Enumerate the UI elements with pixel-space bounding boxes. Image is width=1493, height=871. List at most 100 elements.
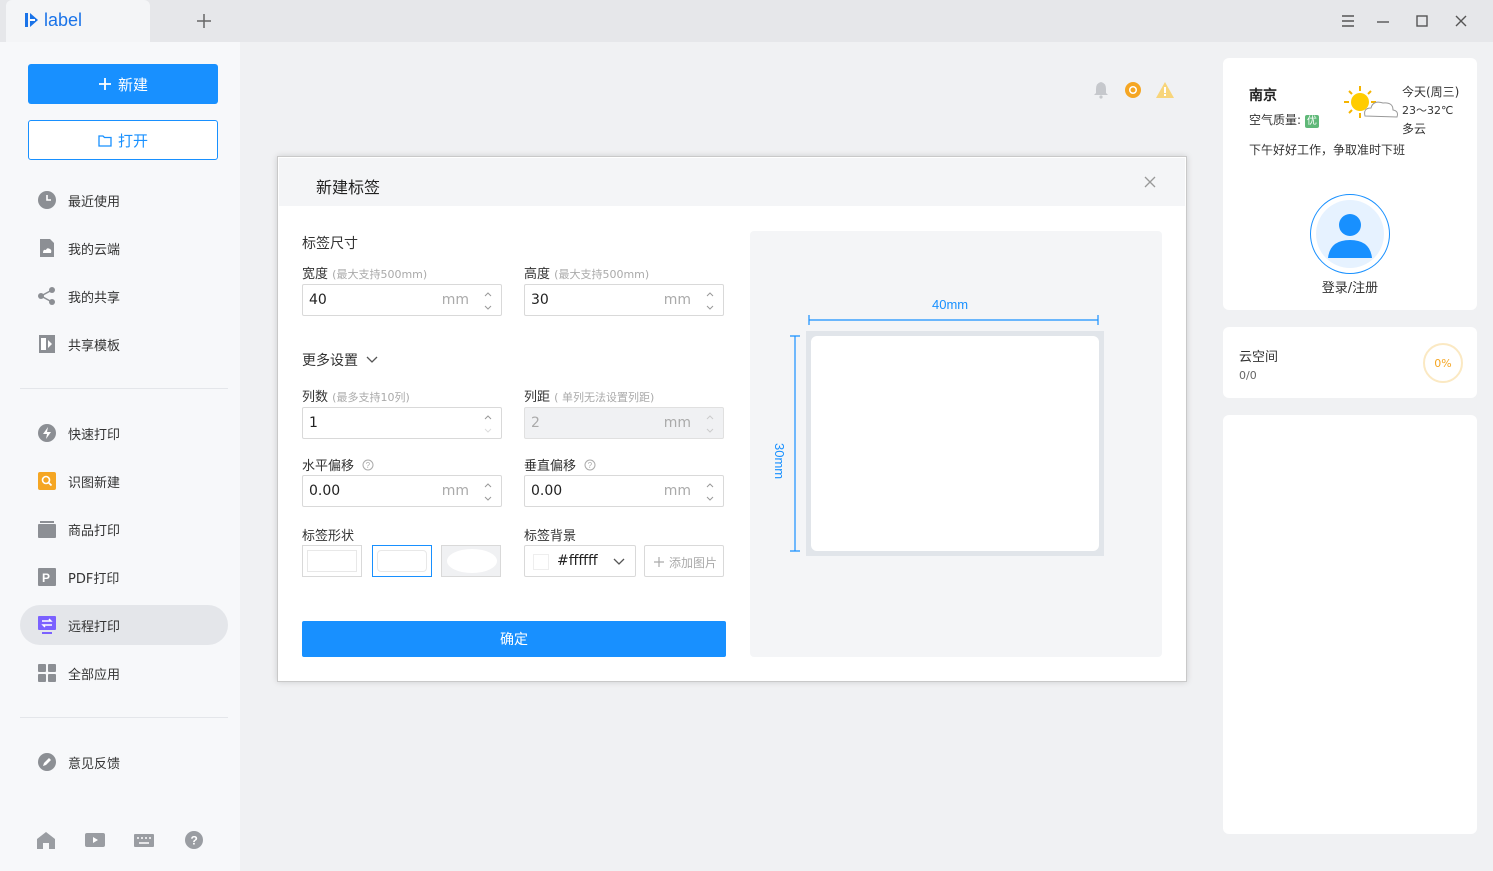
warning-icon[interactable] (1155, 80, 1175, 100)
stepper-icon[interactable] (705, 480, 715, 504)
shape-rectangle-option[interactable] (302, 545, 362, 577)
height-label: 高度 (最大支持500mm) (524, 263, 649, 282)
column-gap-value: 2 (531, 415, 540, 431)
sidebar-item-pdf-print[interactable]: P PDF打印 (20, 557, 228, 597)
background-label: 标签背景 (524, 529, 577, 544)
sidebar-item-recent[interactable]: 最近使用 (20, 180, 228, 220)
preview-width-label: 40mm (932, 297, 969, 312)
width-dimension-line (808, 315, 1099, 325)
columns-input[interactable]: 1 (302, 407, 502, 439)
h-offset-unit: mm (441, 483, 469, 499)
sidebar-item-image-recognize[interactable]: 识图新建 (20, 461, 228, 501)
bell-icon[interactable] (1091, 80, 1111, 100)
stepper-icon[interactable] (483, 289, 493, 313)
help-icon[interactable]: ? (183, 830, 205, 850)
stepper-icon[interactable] (483, 412, 493, 436)
service-icon[interactable] (1123, 80, 1143, 100)
new-button[interactable]: 新建 (28, 64, 218, 104)
keyboard-icon[interactable] (133, 830, 155, 850)
weather-condition: 多云 (1402, 122, 1427, 136)
cloud-file-icon (37, 238, 57, 258)
folder-icon (98, 134, 112, 147)
add-image-button[interactable]: 添加图片 (644, 545, 724, 577)
remote-print-icon (37, 615, 57, 635)
sidebar-item-product-print[interactable]: 商品打印 (20, 509, 228, 549)
background-color-select[interactable]: #ffffff (524, 545, 636, 577)
pdf-icon: P (37, 567, 57, 587)
logo-icon (25, 13, 38, 27)
height-unit: mm (663, 292, 691, 308)
login-register-link[interactable]: 登录/注册 (1223, 277, 1477, 296)
help-circle-icon[interactable]: ? (362, 459, 374, 471)
avatar[interactable] (1310, 194, 1390, 274)
v-offset-label: 垂直偏移 ? (524, 455, 596, 474)
menu-icon[interactable] (1339, 12, 1357, 30)
new-button-label: 新建 (117, 75, 148, 94)
h-offset-input[interactable]: 0.00 mm (302, 475, 502, 507)
feedback-icon (37, 752, 57, 772)
label-preview: 40mm 30mm (750, 231, 1162, 657)
stepper-icon[interactable] (483, 480, 493, 504)
maximize-icon[interactable] (1413, 12, 1431, 30)
sidebar-item-remote-print[interactable]: 远程打印 (20, 605, 228, 645)
width-label-text: 宽度 (302, 267, 329, 282)
open-button[interactable]: 打开 (28, 120, 218, 160)
size-section-title: 标签尺寸 (302, 236, 358, 252)
weather-day: 今天(周三) (1402, 85, 1460, 99)
app-tab[interactable]: label (6, 0, 150, 42)
dialog-header: 新建标签 (279, 158, 1185, 206)
columns-hint: (最多支持10列) (332, 391, 410, 404)
sidebar-item-my-share[interactable]: 我的共享 (20, 276, 228, 316)
air-quality: 空气质量: 优 (1249, 111, 1319, 128)
shape-rounded-preview (377, 550, 427, 572)
background-color-value: #ffffff (557, 553, 598, 569)
minimize-icon[interactable] (1374, 12, 1392, 30)
shape-rectangle-preview (307, 550, 357, 572)
title-bar: label (0, 0, 1493, 42)
dialog-title: 新建标签 (316, 178, 381, 197)
chevron-down-icon (613, 558, 625, 565)
empty-panel (1223, 415, 1477, 834)
chevron-down-icon (366, 356, 378, 363)
width-label: 宽度 (最大支持500mm) (302, 263, 427, 282)
stepper-icon[interactable] (705, 289, 715, 313)
height-input[interactable]: 30 mm (524, 284, 724, 316)
svg-text:P: P (42, 571, 50, 585)
svg-text:?: ? (191, 834, 198, 848)
height-dimension-line (790, 335, 800, 552)
width-input[interactable]: 40 mm (302, 284, 502, 316)
v-offset-input[interactable]: 0.00 mm (524, 475, 724, 507)
columns-value: 1 (309, 415, 318, 431)
close-icon[interactable] (1452, 12, 1470, 30)
air-quality-label: 空气质量: (1249, 113, 1302, 127)
sidebar-item-shared-templates[interactable]: 共享模板 (20, 324, 228, 364)
shape-ellipse-option[interactable] (441, 545, 501, 577)
home-icon[interactable] (35, 830, 57, 850)
sidebar-item-label: 全部应用 (68, 667, 121, 683)
partly-cloudy-icon (1344, 86, 1398, 118)
video-icon[interactable] (84, 830, 106, 850)
cloud-space-card[interactable]: 云空间 0/0 0% (1223, 327, 1477, 398)
more-settings-toggle[interactable]: 更多设置 (302, 350, 378, 370)
shape-rounded-option[interactable] (372, 545, 432, 577)
sidebar-item-my-cloud[interactable]: 我的云端 (20, 228, 228, 268)
image-search-icon (37, 471, 57, 491)
plus-icon[interactable] (194, 11, 214, 31)
confirm-button[interactable]: 确定 (302, 621, 726, 657)
sidebar-item-feedback[interactable]: 意见反馈 (20, 742, 228, 782)
sidebar-item-quick-print[interactable]: 快速打印 (20, 413, 228, 453)
close-icon[interactable] (1143, 175, 1157, 189)
cloud-usage-percent: 0% (1434, 356, 1452, 370)
apps-grid-icon (37, 663, 57, 683)
weather-temp: 23～32℃ (1402, 104, 1454, 117)
app-logo: label (24, 10, 82, 30)
sidebar-item-label: 意见反馈 (68, 756, 121, 772)
help-circle-icon[interactable]: ? (584, 459, 596, 471)
user-icon (1316, 200, 1384, 268)
sidebar-item-label: PDF打印 (68, 571, 120, 587)
cloud-usage-ring: 0% (1423, 343, 1463, 383)
add-image-label: 添加图片 (669, 556, 718, 570)
height-value: 30 (531, 292, 549, 308)
sidebar-item-label: 商品打印 (68, 523, 121, 539)
sidebar-item-all-apps[interactable]: 全部应用 (20, 653, 228, 693)
